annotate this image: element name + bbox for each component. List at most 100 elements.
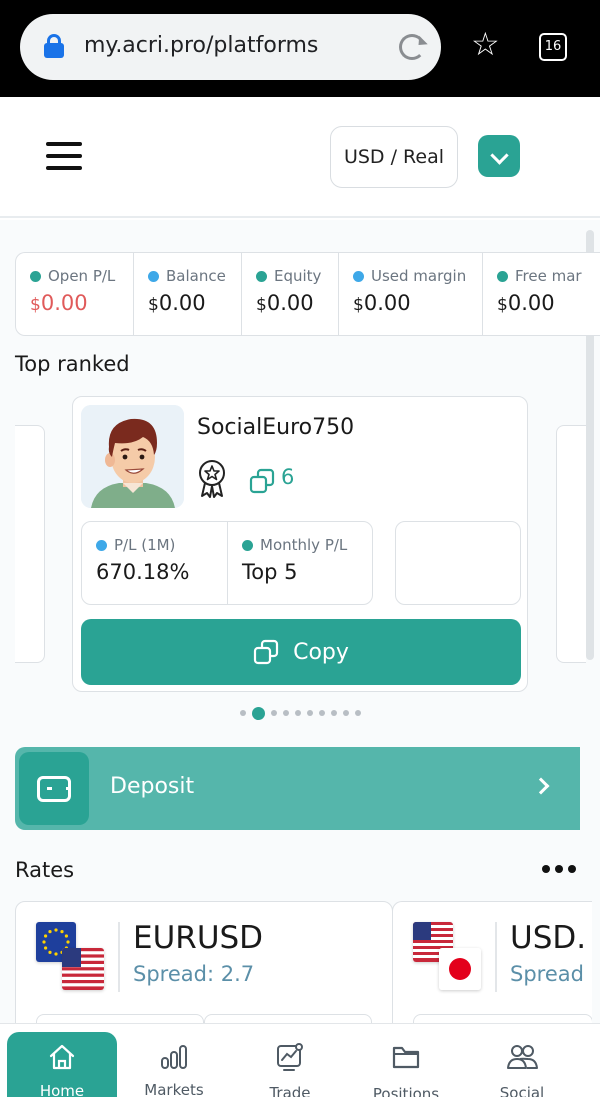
stat-free-margin: Free mar $0.00	[483, 253, 600, 335]
carousel-dot[interactable]	[251, 706, 265, 720]
metric-pl-1m: P/L (1M) 670.18%	[82, 522, 227, 604]
chevron-right-icon	[532, 777, 550, 795]
url-text[interactable]: my.acri.pro/platforms	[84, 33, 318, 58]
currency-symbol: $	[256, 295, 267, 315]
status-dot	[353, 270, 364, 282]
currency-pair: USD.	[510, 920, 587, 956]
stat-value: 0.00	[266, 291, 314, 315]
carousel-dot[interactable]	[342, 710, 349, 716]
metric-monthly-pl: Monthly P/L Top 5	[227, 522, 372, 604]
stat-balance: Balance $0.00	[134, 253, 242, 335]
copy-button[interactable]: Copy	[81, 619, 521, 685]
status-dot	[148, 270, 159, 282]
menu-icon[interactable]	[46, 140, 82, 172]
nav-label: Trade	[269, 1084, 311, 1097]
metric-label: P/L (1M)	[114, 536, 176, 554]
stat-used-margin: Used margin $0.00	[339, 253, 483, 335]
carousel-dot[interactable]	[282, 710, 289, 716]
currency-symbol: $	[353, 295, 364, 315]
carousel-dot[interactable]	[330, 710, 337, 716]
folder-icon	[392, 1046, 420, 1069]
top-ranked-title: Top ranked	[15, 352, 130, 376]
reload-icon[interactable]	[399, 34, 425, 60]
app-header: USD / Real	[0, 97, 600, 218]
currency-symbol: $	[148, 295, 159, 315]
nav-label: Home	[39, 1082, 85, 1097]
carousel-pagination[interactable]	[0, 706, 600, 720]
nav-home[interactable]: Home	[7, 1032, 117, 1097]
rate-card[interactable]: EURUSD Spread: 2.7	[15, 901, 393, 1031]
status-dot	[30, 270, 41, 282]
status-dot	[497, 270, 508, 282]
metric-value: Top 5	[242, 560, 298, 584]
spread-value: Spread	[510, 962, 584, 986]
stat-label: Open P/L	[48, 267, 116, 285]
copy-icon	[249, 468, 275, 494]
lock-icon[interactable]	[44, 34, 64, 58]
award-badge-icon	[199, 460, 225, 498]
currency-symbol: $	[497, 295, 508, 315]
spread-value: Spread: 2.7	[133, 962, 255, 986]
chevron-down-icon[interactable]	[478, 135, 520, 177]
carousel-card-next[interactable]	[556, 425, 586, 663]
stat-label: Free mar	[515, 267, 582, 285]
account-selector-button[interactable]: USD / Real	[330, 126, 458, 188]
trader-name: SocialEuro750	[197, 415, 355, 440]
trade-icon	[277, 1043, 303, 1071]
nav-label: Social	[499, 1084, 545, 1097]
carousel-dot[interactable]	[294, 710, 301, 716]
wallet-icon	[37, 776, 71, 802]
currency-pair: EURUSD	[133, 920, 264, 956]
metric-empty-box	[395, 521, 521, 605]
deposit-banner[interactable]: Deposit	[15, 747, 580, 830]
copy-icon	[253, 639, 279, 665]
jp-flag-icon	[439, 948, 481, 990]
carousel-dot[interactable]	[306, 710, 313, 716]
metric-label: Monthly P/L	[260, 536, 348, 554]
stat-value: 0.00	[507, 291, 555, 315]
rate-card[interactable]: USD. Spread	[392, 901, 592, 1031]
trader-metrics: P/L (1M) 670.18% Monthly P/L Top 5	[81, 521, 373, 605]
avatar-illustration	[81, 405, 184, 508]
nav-label: Positions	[372, 1085, 440, 1097]
carousel-dot[interactable]	[270, 710, 277, 716]
carousel-dot[interactable]	[318, 710, 325, 716]
stat-equity: Equity $0.00	[242, 253, 339, 335]
carousel-card-prev[interactable]	[15, 425, 45, 663]
stat-label: Used margin	[371, 267, 467, 285]
status-dot	[256, 270, 267, 282]
stat-value: 0.00	[363, 291, 411, 315]
nav-social[interactable]: Social	[467, 1024, 577, 1097]
account-stats-strip[interactable]: Open P/L $0.00 Balance $0.00 Equity $0.0…	[15, 252, 600, 336]
currency-flags	[413, 922, 483, 992]
trader-card[interactable]: SocialEuro750 6 P/L (1M) 670.18% Monthly…	[72, 396, 528, 692]
stat-label: Equity	[274, 267, 322, 285]
nav-positions[interactable]: Positions	[351, 1024, 461, 1097]
trader-avatar	[81, 405, 184, 508]
stat-value: 0.00	[158, 291, 206, 315]
bookmark-star-icon[interactable]: ☆	[471, 28, 500, 60]
carousel-dot[interactable]	[354, 710, 361, 716]
stat-open-pl: Open P/L $0.00	[16, 253, 134, 335]
carousel-dot[interactable]	[239, 710, 246, 716]
browser-toolbar: my.acri.pro/platforms ☆ 16	[0, 0, 600, 97]
rates-title: Rates	[15, 858, 75, 882]
divider	[118, 922, 120, 992]
markets-icon	[161, 1045, 187, 1069]
nav-label: Markets	[144, 1081, 204, 1097]
us-flag-icon	[62, 948, 104, 990]
status-dot	[96, 539, 107, 551]
copiers-count: 6	[281, 465, 295, 489]
deposit-icon-box	[19, 752, 89, 825]
more-options-icon[interactable]	[542, 865, 576, 873]
nav-markets[interactable]: Markets	[119, 1024, 229, 1097]
metric-value: 670.18%	[96, 560, 190, 584]
nav-trade[interactable]: Trade	[235, 1024, 345, 1097]
divider	[495, 922, 497, 992]
status-dot	[242, 539, 253, 551]
stat-label: Balance	[166, 267, 226, 285]
home-icon	[49, 1044, 75, 1070]
tab-switcher-button[interactable]: 16	[539, 33, 567, 61]
currency-flags	[36, 922, 106, 992]
address-bar[interactable]: my.acri.pro/platforms	[20, 14, 441, 80]
